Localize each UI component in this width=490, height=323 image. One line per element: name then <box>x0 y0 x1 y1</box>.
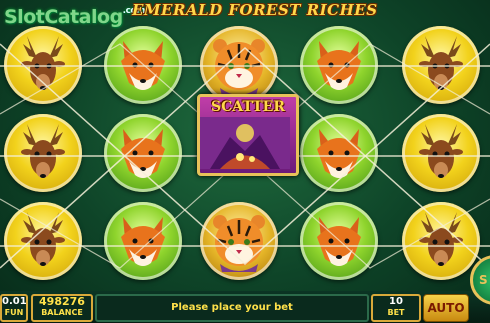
deer-icon <box>21 212 65 266</box>
status-message: Please place your bet <box>95 294 369 322</box>
fun-value: 0.01 <box>2 296 27 307</box>
bet-box[interactable]: 10 BET <box>371 294 421 322</box>
deer-symbol <box>402 202 480 280</box>
fox-icon <box>121 41 165 90</box>
fun-denomination[interactable]: 0.01 FUN <box>0 294 28 322</box>
fox-icon <box>317 129 361 178</box>
watermark-logo: SlotCatalog.com <box>4 6 146 28</box>
deer-symbol <box>402 26 480 104</box>
reel-cell <box>0 200 86 280</box>
reel-cell <box>100 24 186 104</box>
fox-symbol <box>104 202 182 280</box>
reel-cell <box>0 112 86 192</box>
balance-label: BALANCE <box>41 308 83 317</box>
deer-icon <box>21 124 65 178</box>
reel-cell <box>0 24 86 104</box>
fox-symbol <box>300 26 378 104</box>
reel-cell <box>196 200 282 280</box>
tiger-symbol <box>200 202 278 280</box>
reel-cell <box>398 24 484 104</box>
fox-icon <box>121 217 165 266</box>
tiger-icon <box>213 215 265 272</box>
balance-box: 498276 BALANCE <box>31 294 93 322</box>
bet-value: 10 <box>389 296 403 307</box>
fox-symbol <box>104 26 182 104</box>
fun-label: FUN <box>4 308 24 317</box>
tiger-icon <box>213 39 265 96</box>
reel-cell <box>296 24 382 104</box>
scatter-art-icon <box>200 117 290 169</box>
fox-icon <box>317 41 361 90</box>
scatter-label: SCATTER <box>211 99 285 115</box>
reel-cell <box>296 112 382 192</box>
deer-icon <box>419 36 463 90</box>
fox-symbol <box>300 114 378 192</box>
reel-cell <box>100 112 186 192</box>
bet-label: BET <box>387 308 405 317</box>
deer-symbol <box>4 26 82 104</box>
scatter-symbol: SCATTER <box>197 94 299 176</box>
game-title: EMERALD FOREST RICHES <box>132 1 378 19</box>
auto-button[interactable]: AUTO <box>423 294 469 322</box>
deer-symbol <box>4 202 82 280</box>
balance-value: 498276 <box>39 295 85 308</box>
fox-icon <box>317 217 361 266</box>
fox-icon <box>121 129 165 178</box>
reel-cell <box>398 200 484 280</box>
fox-symbol <box>300 202 378 280</box>
watermark-text: SlotCatalog <box>4 6 123 28</box>
reel-cell <box>196 24 282 104</box>
slot-game: SlotCatalog.com EMERALD FOREST RICHES SC… <box>0 0 490 323</box>
deer-icon <box>419 124 463 178</box>
control-bar: 0.01 FUN 498276 BALANCE Please place you… <box>0 291 490 323</box>
deer-icon <box>21 36 65 90</box>
fox-symbol <box>104 114 182 192</box>
reel-cell <box>100 200 186 280</box>
deer-symbol <box>402 114 480 192</box>
reel-cell <box>398 112 484 192</box>
deer-icon <box>419 212 463 266</box>
tiger-symbol <box>200 26 278 104</box>
deer-symbol <box>4 114 82 192</box>
reel-cell <box>296 200 382 280</box>
